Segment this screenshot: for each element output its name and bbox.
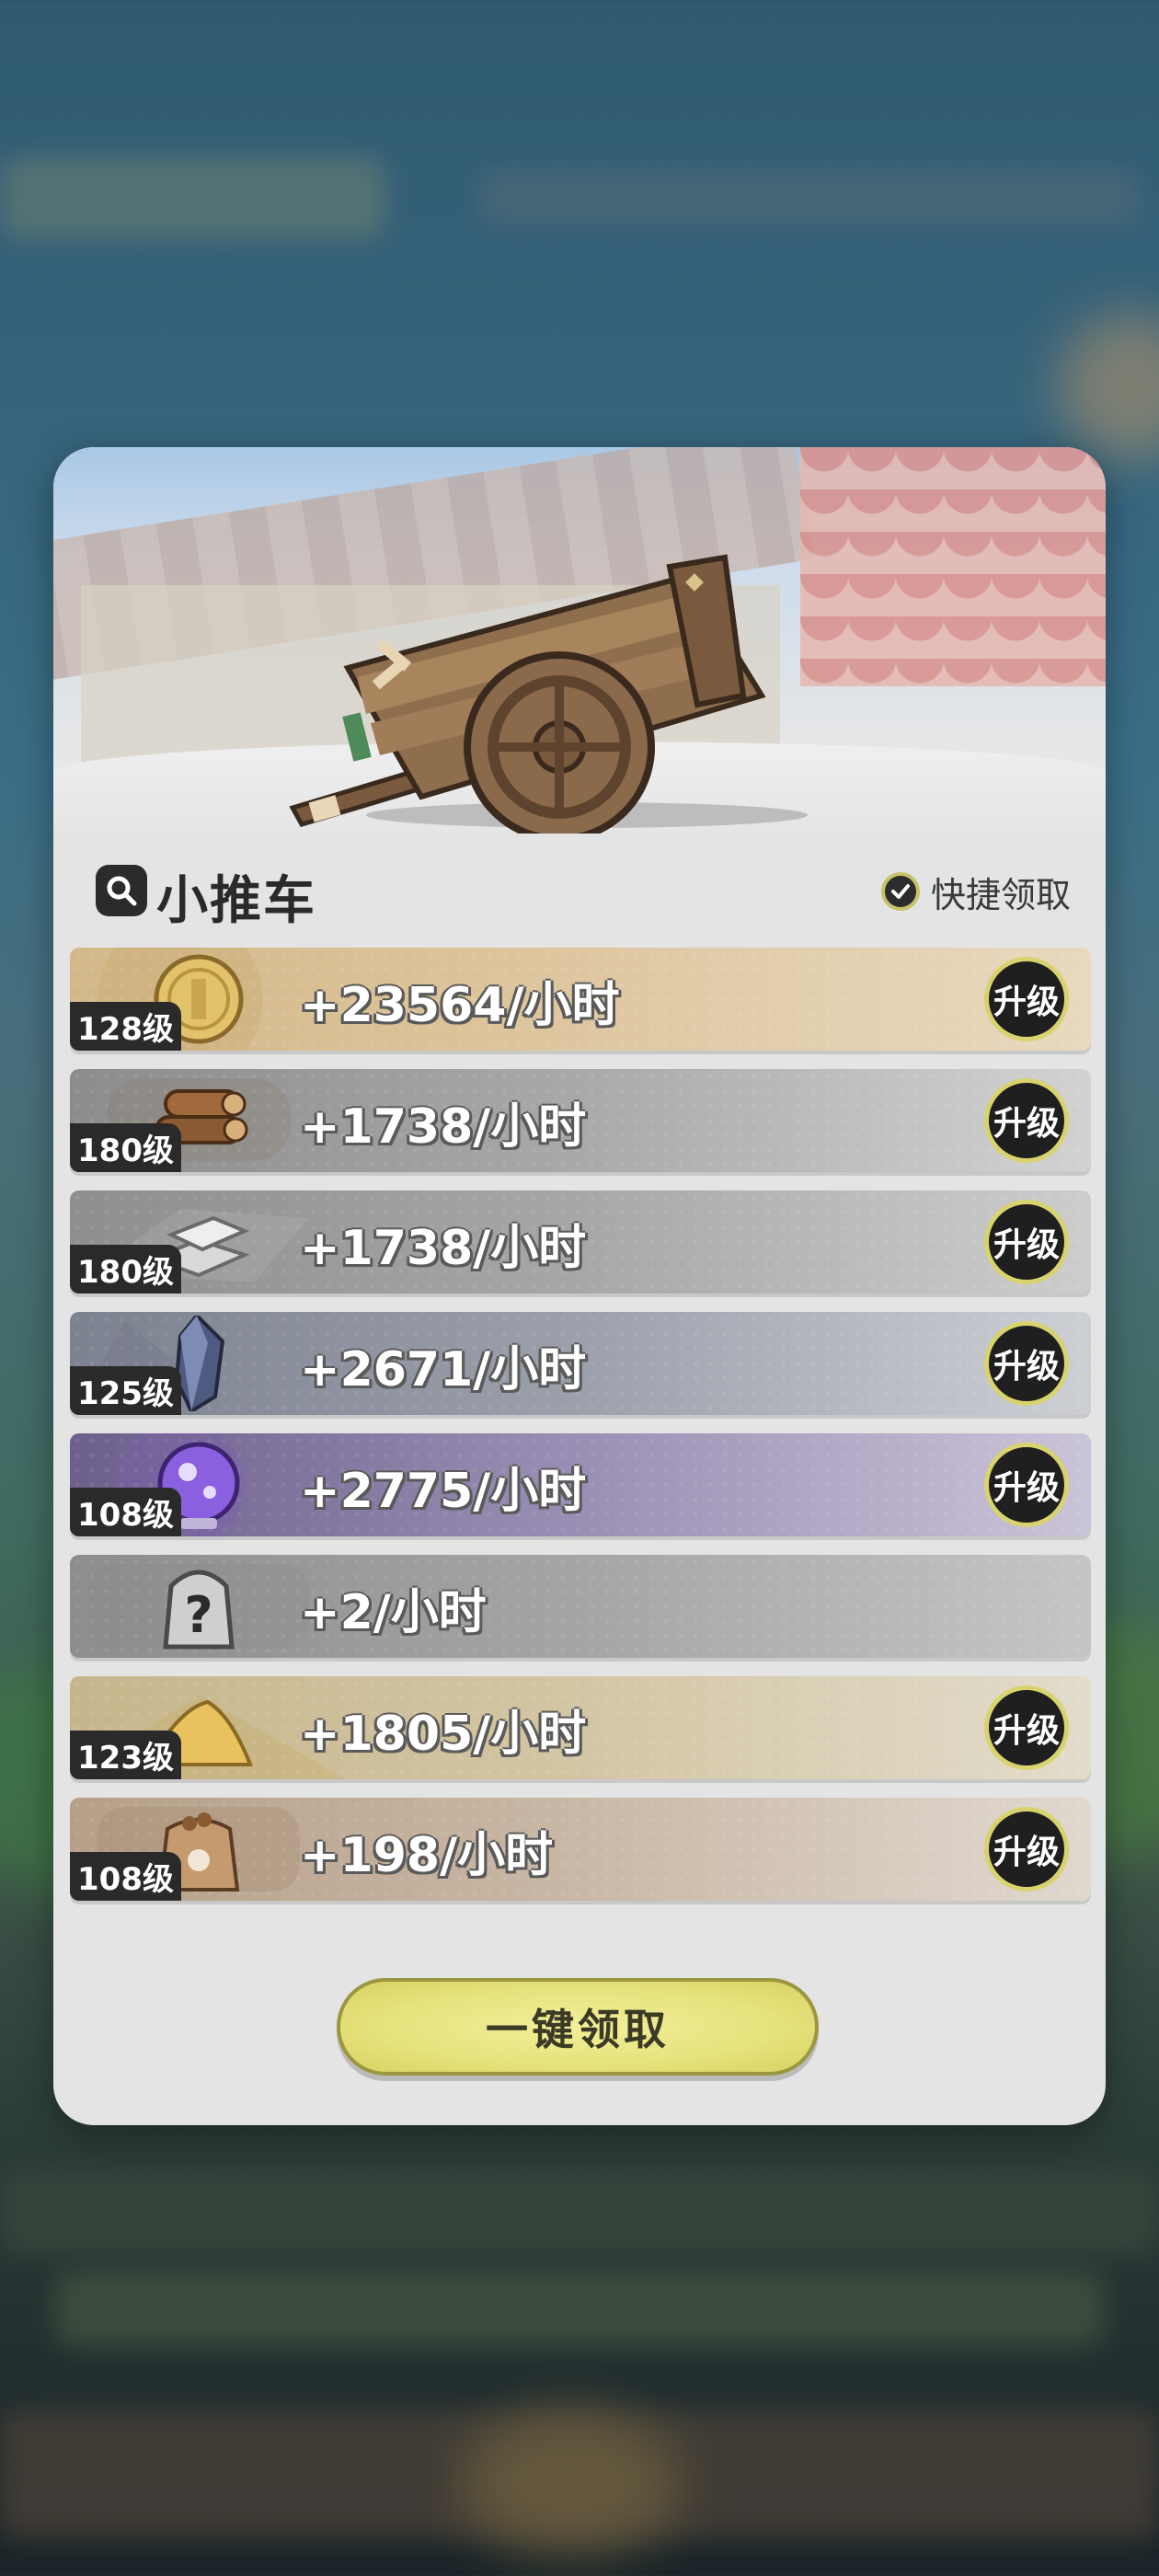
level-badge: 128级 bbox=[70, 1002, 181, 1051]
resource-row-sand: 123级 +1805/小时 升级 bbox=[70, 1676, 1091, 1779]
production-rate: +2/小时 bbox=[300, 1585, 487, 1640]
magnify-icon[interactable] bbox=[96, 865, 147, 916]
level-badge: 123级 bbox=[70, 1731, 181, 1779]
level-badge: 180级 bbox=[70, 1123, 181, 1172]
resource-row-gold: 128级 +23564/小时 升级 bbox=[70, 948, 1091, 1051]
claim-all-button[interactable]: 一键领取 bbox=[337, 1978, 819, 2076]
upgrade-button[interactable]: 升级 bbox=[984, 957, 1069, 1041]
title-row: 小推车 快捷领取 bbox=[96, 852, 1071, 931]
level-badge: 108级 bbox=[70, 1488, 181, 1536]
hero-banner bbox=[53, 447, 1106, 834]
level-badge: 125级 bbox=[70, 1366, 181, 1415]
resource-row-iron: 180级 +1738/小时 升级 bbox=[70, 1190, 1091, 1294]
quick-claim-toggle[interactable]: 快捷领取 bbox=[880, 868, 1071, 915]
upgrade-button[interactable]: 升级 bbox=[984, 1443, 1069, 1527]
production-rate: +2775/小时 bbox=[300, 1464, 587, 1519]
upgrade-button[interactable]: 升级 bbox=[984, 1807, 1069, 1892]
resource-row-crystal: 125级 +2671/小时 升级 bbox=[70, 1312, 1091, 1415]
upgrade-button[interactable]: 升级 bbox=[984, 1200, 1069, 1284]
cart-panel: 小推车 快捷领取 128级 +23564/小时 升级 180级 +1738/小时… bbox=[53, 447, 1106, 2125]
upgrade-button[interactable]: 升级 bbox=[984, 1321, 1069, 1406]
production-rate: +1738/小时 bbox=[300, 1099, 587, 1155]
upgrade-button[interactable]: 升级 bbox=[984, 1685, 1069, 1770]
production-rate: +198/小时 bbox=[300, 1828, 554, 1883]
production-rate: +23564/小时 bbox=[300, 978, 620, 1033]
level-badge: 108级 bbox=[70, 1852, 181, 1901]
resource-row-wood: 180级 +1738/小时 升级 bbox=[70, 1069, 1091, 1172]
level-badge: 180级 bbox=[70, 1245, 181, 1294]
production-rate: +1738/小时 bbox=[300, 1221, 587, 1276]
resource-row-orb: 108级 +2775/小时 升级 bbox=[70, 1433, 1091, 1536]
panel-title: 小推车 bbox=[156, 871, 316, 931]
upgrade-button[interactable]: 升级 bbox=[984, 1078, 1069, 1163]
cart-illustration bbox=[289, 554, 808, 834]
resource-row-mystery: ? +2/小时 bbox=[70, 1555, 1091, 1658]
resource-row-sack: 108级 +198/小时 升级 bbox=[70, 1798, 1091, 1901]
svg-text:?: ? bbox=[184, 1586, 212, 1644]
mystery-bag-icon: ? bbox=[163, 1570, 235, 1650]
quick-claim-label: 快捷领取 bbox=[930, 874, 1071, 915]
checkmark-icon[interactable] bbox=[880, 872, 920, 911]
production-rate: +1805/小时 bbox=[300, 1707, 587, 1762]
production-rate: +2671/小时 bbox=[300, 1342, 587, 1397]
